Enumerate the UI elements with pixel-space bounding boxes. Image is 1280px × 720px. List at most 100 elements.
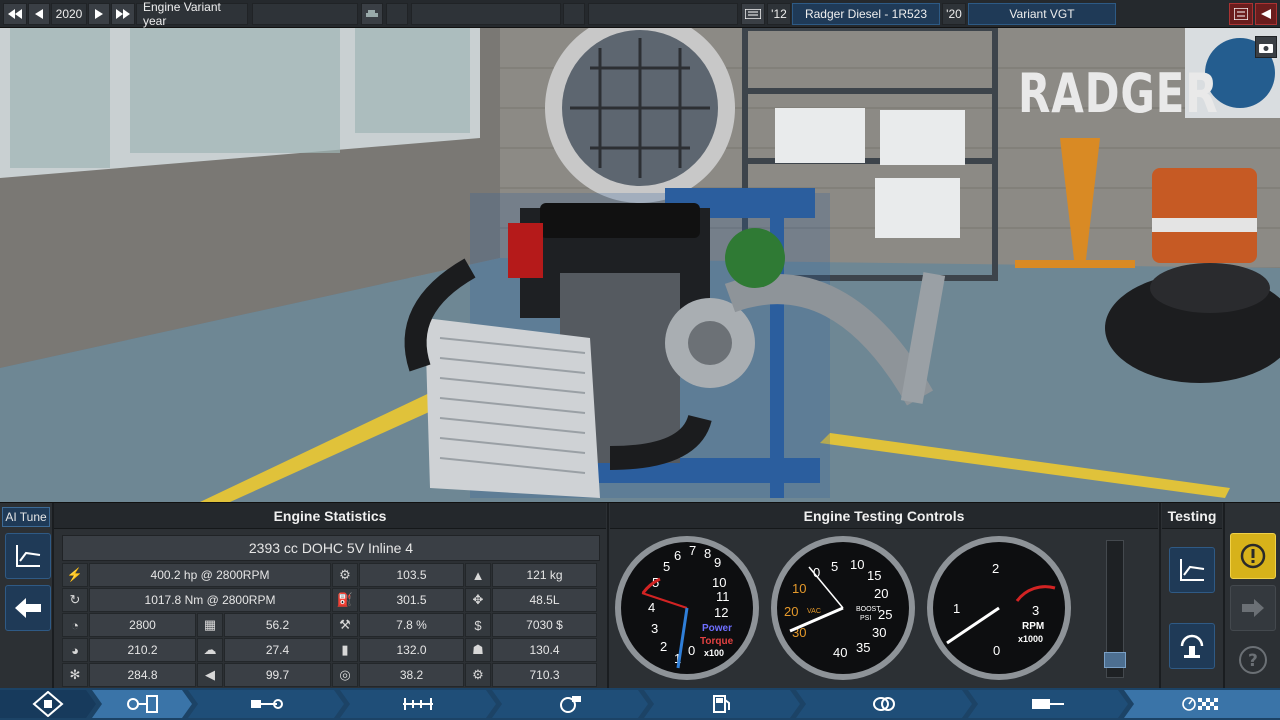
nav-exhaust-system-tab[interactable] xyxy=(968,690,1128,718)
last-year-button[interactable] xyxy=(111,3,135,25)
stat-value: 210.2 xyxy=(89,638,196,662)
brand-wall-text: RADGER xyxy=(1018,62,1219,125)
stat-value: 103.5 xyxy=(359,563,464,587)
engine-list-button[interactable] xyxy=(741,3,765,25)
arrow-right-icon xyxy=(95,9,103,19)
nav-fuel-tab[interactable] xyxy=(644,690,800,718)
svg-text:3: 3 xyxy=(651,621,658,636)
svg-text:20: 20 xyxy=(874,586,888,601)
prev-year-button[interactable] xyxy=(28,3,50,25)
arrow-left-icon xyxy=(1261,9,1271,19)
svg-text:10: 10 xyxy=(792,581,806,596)
torque-icon: ↻ xyxy=(62,588,88,612)
stat-value: 284.8 xyxy=(89,663,196,687)
engine-family-name[interactable]: Radger Diesel - 1R523 xyxy=(792,3,940,25)
svg-text:10: 10 xyxy=(850,557,864,572)
dyno-operator-button[interactable] xyxy=(1169,623,1215,669)
svg-text:0: 0 xyxy=(993,643,1000,658)
stat-value: 2800 xyxy=(89,613,196,637)
radiator-icon: ▦ xyxy=(197,613,223,637)
power-label: Power xyxy=(702,623,732,634)
camshaft-icon xyxy=(401,696,435,712)
engine-viewport[interactable]: RADGER xyxy=(0,28,1280,502)
test-graph-button[interactable] xyxy=(1169,547,1215,593)
emissions-icon: ☁ xyxy=(197,638,223,662)
svg-text:11: 11 xyxy=(716,589,730,604)
help-icon: ? xyxy=(1239,646,1267,674)
engine-configuration: 2393 cc DOHC 5V Inline 4 xyxy=(62,535,600,561)
car-icon xyxy=(366,10,378,17)
torque-label: Torque xyxy=(700,636,734,647)
help-button[interactable]: ? xyxy=(1230,637,1276,683)
efficiency: 7.8 % xyxy=(359,613,464,637)
menu-button[interactable] xyxy=(1229,3,1253,25)
variant-year: '20 xyxy=(942,3,966,25)
steering-icon xyxy=(1180,634,1204,658)
crankshaft-icon xyxy=(249,696,283,712)
svg-text:1: 1 xyxy=(953,601,960,616)
car-view-button[interactable] xyxy=(361,3,383,25)
power-icon: ⚡ xyxy=(62,563,88,587)
top-bar-empty-slot xyxy=(563,3,585,25)
svg-text:35: 35 xyxy=(856,640,870,655)
stats-row: ✻ 284.8 ◀ 99.7 ◎ 38.2 ⚙ 710.3 xyxy=(62,663,600,687)
rpm-label: RPM xyxy=(1022,621,1044,632)
back-button[interactable] xyxy=(5,585,51,631)
nav-bottom-end-tab[interactable] xyxy=(188,690,344,718)
throttle-slider-handle[interactable] xyxy=(1104,651,1126,668)
size-icon: ✥ xyxy=(465,588,491,612)
rpm-icon: ◔ xyxy=(62,613,88,637)
ai-tune-button[interactable]: AI Tune xyxy=(2,507,50,527)
engine-variant-name[interactable]: Variant VGT xyxy=(968,3,1116,25)
next-year-button[interactable] xyxy=(88,3,110,25)
svg-text:2: 2 xyxy=(992,561,999,576)
rpm-unit: x1000 xyxy=(1018,634,1043,644)
dyno-test-icon xyxy=(1182,697,1218,711)
svg-text:12: 12 xyxy=(714,605,728,620)
nav-testing-tab[interactable] xyxy=(1124,690,1280,718)
stat-value: 132.0 xyxy=(359,638,464,662)
year-field[interactable]: 2020 xyxy=(51,3,87,25)
cooling-icon: ✻ xyxy=(62,663,88,687)
svg-text:0: 0 xyxy=(688,643,695,658)
stats-row: ⚡ 400.2 hp @ 2800RPM ⚙ 103.5 ▲ 121 kg xyxy=(62,563,600,587)
svg-text:15: 15 xyxy=(867,568,881,583)
stat-value: 38.2 xyxy=(359,663,464,687)
nav-engine-overview-tab[interactable] xyxy=(92,690,192,718)
vac-label: VAC xyxy=(807,608,821,615)
nav-aspiration-tab[interactable] xyxy=(492,690,648,718)
top-bar-empty-slot xyxy=(252,3,358,25)
engine-family-icon xyxy=(32,691,64,717)
fuel-economy-icon: ⛽ xyxy=(332,588,358,612)
exit-button[interactable] xyxy=(1255,3,1277,25)
first-year-button[interactable] xyxy=(3,3,27,25)
next-button[interactable] xyxy=(1230,585,1276,631)
arrow-left-icon xyxy=(15,598,41,618)
stat-value: 130.4 xyxy=(492,638,597,662)
nav-top-end-tab[interactable] xyxy=(340,690,496,718)
engine-statistics-table: 2393 cc DOHC 5V Inline 4 ⚡ 400.2 hp @ 28… xyxy=(62,535,600,688)
graph-icon xyxy=(1180,559,1205,581)
svg-text:7: 7 xyxy=(689,543,696,558)
dyno-graph-button[interactable] xyxy=(5,533,51,579)
nav-exhaust-tab[interactable] xyxy=(796,690,972,718)
peak-torque: 1017.8 Nm @ 2800RPM xyxy=(89,588,331,612)
cost: 7030 $ xyxy=(492,613,597,637)
power-torque-gauge: 5 6 7 8 9 10 11 12 5 4 3 2 1 0 Power Tor… xyxy=(615,536,759,680)
family-year: '12 xyxy=(767,3,791,25)
design-stage-nav xyxy=(0,688,1280,720)
exhaust-icon xyxy=(872,696,896,712)
skip-back-icon xyxy=(8,9,22,19)
top-bar: 2020 Engine Variant year '12 Radger Dies… xyxy=(0,0,1280,28)
throttle-slider[interactable] xyxy=(1104,540,1126,678)
service-icon: ☗ xyxy=(465,638,491,662)
svg-text:6: 6 xyxy=(674,548,681,563)
nav-family-tab[interactable] xyxy=(0,690,96,718)
year-label: Engine Variant year xyxy=(136,0,248,28)
fuel-pump-icon xyxy=(712,694,732,714)
testing-header: Testing xyxy=(1162,503,1222,529)
stats-row: ◕ 210.2 ☁ 27.4 ▮ 132.0 ☗ 130.4 xyxy=(62,638,600,662)
engine-size: 48.5L xyxy=(492,588,597,612)
screenshot-button[interactable] xyxy=(1255,36,1277,58)
warning-button[interactable] xyxy=(1230,533,1276,579)
